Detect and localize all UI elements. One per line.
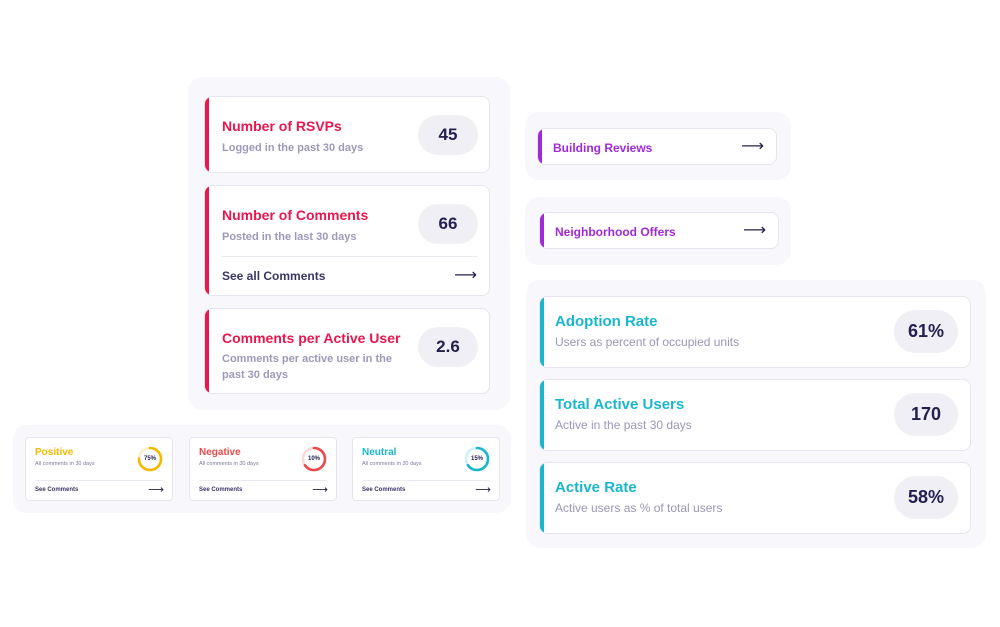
- sentiment-subtitle: All comments in 30 days: [35, 461, 95, 467]
- sentiment-percent: 75%: [143, 456, 156, 462]
- sentiment-title: Negative: [199, 447, 241, 458]
- adoption-rate-subtitle: Users as percent of occupied units: [555, 335, 740, 349]
- comments-per-user-value: 2.6: [418, 327, 478, 367]
- comments-per-user-subtitle-1: Comments per active user in the: [222, 353, 392, 365]
- comments-card: Number of Comments Posted in the last 30…: [204, 185, 490, 296]
- arrow-right-icon: ⟶: [454, 267, 477, 284]
- total-active-users-value: 170: [894, 393, 958, 436]
- see-comments-link[interactable]: See Comments: [35, 487, 78, 493]
- comments-subtitle: Posted in the last 30 days: [222, 231, 357, 243]
- rsvps-card: Number of RSVPs Logged in the past 30 da…: [204, 96, 490, 173]
- sentiment-percent: 10%: [307, 456, 320, 462]
- adoption-rate-card: Adoption Rate Users as percent of occupi…: [539, 296, 971, 368]
- neighborhood-offers-label: Neighborhood Offers: [555, 225, 676, 239]
- rsvps-value: 45: [418, 115, 478, 155]
- building-reviews-link[interactable]: Building Reviews ⟶: [537, 128, 777, 165]
- sentiment-divider: [199, 480, 327, 481]
- active-rate-title: Active Rate: [555, 479, 637, 496]
- see-all-comments-label: See all Comments: [222, 269, 326, 283]
- comments-per-user-subtitle-2: past 30 days: [222, 369, 289, 381]
- arrow-right-icon[interactable]: ⟶: [312, 483, 328, 496]
- total-active-users-card: Total Active Users Active in the past 30…: [539, 379, 971, 451]
- comments-title: Number of Comments: [222, 207, 369, 223]
- rsvps-title: Number of RSVPs: [222, 118, 342, 134]
- arrow-right-icon[interactable]: ⟶: [475, 483, 491, 496]
- neighborhood-offers-link[interactable]: Neighborhood Offers ⟶: [539, 212, 779, 249]
- active-rate-card: Active Rate Active users as % of total u…: [539, 462, 971, 534]
- total-active-users-title: Total Active Users: [555, 396, 685, 413]
- arrow-right-icon: ⟶: [741, 138, 764, 155]
- comments-per-user-card: Comments per Active User Comments per ac…: [204, 308, 490, 394]
- sentiment-card-negative: Negative All comments in 30 days 10% See…: [189, 437, 337, 501]
- see-comments-link[interactable]: See Comments: [362, 487, 405, 493]
- sentiment-card-neutral: Neutral All comments in 30 days 15% See …: [352, 437, 500, 501]
- adoption-rate-value: 61%: [894, 310, 958, 353]
- building-reviews-label: Building Reviews: [553, 141, 653, 155]
- see-comments-link[interactable]: See Comments: [199, 487, 242, 493]
- see-all-comments-link[interactable]: See all Comments ⟶: [205, 257, 489, 295]
- sentiment-divider: [35, 480, 163, 481]
- arrow-right-icon: ⟶: [743, 222, 766, 239]
- total-active-users-subtitle: Active in the past 30 days: [555, 418, 692, 432]
- comments-per-user-title: Comments per Active User: [222, 330, 401, 346]
- sentiment-title: Positive: [35, 447, 74, 458]
- comments-value: 66: [418, 204, 478, 244]
- sentiment-card-positive: Positive All comments in 30 days 75% See…: [25, 437, 173, 501]
- adoption-rate-title: Adoption Rate: [555, 313, 658, 330]
- sentiment-subtitle: All comments in 30 days: [362, 461, 422, 467]
- sentiment-divider: [362, 480, 490, 481]
- active-rate-subtitle: Active users as % of total users: [555, 501, 723, 515]
- sentiment-subtitle: All comments in 30 days: [199, 461, 259, 467]
- rsvps-subtitle: Logged in the past 30 days: [222, 142, 364, 154]
- sentiment-percent: 15%: [470, 456, 483, 462]
- sentiment-title: Neutral: [362, 447, 397, 458]
- arrow-right-icon[interactable]: ⟶: [148, 483, 164, 496]
- active-rate-value: 58%: [894, 476, 958, 519]
